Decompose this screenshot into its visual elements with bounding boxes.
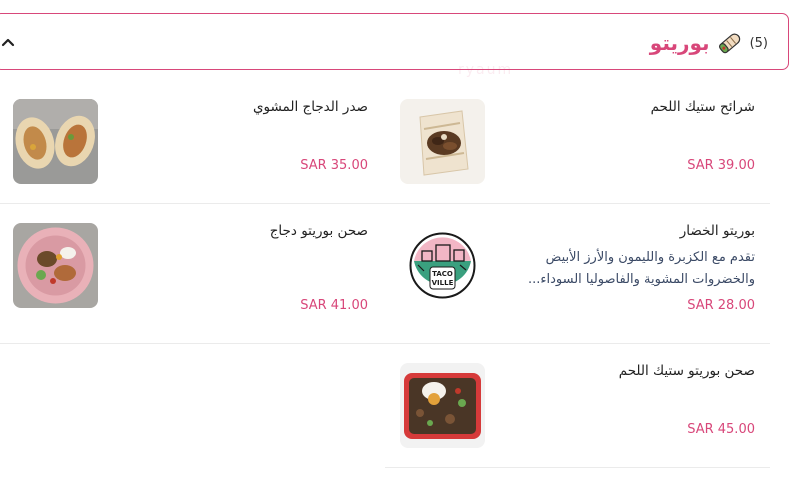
item-image xyxy=(13,99,98,184)
category-title: بوريتو xyxy=(649,31,710,55)
item-image xyxy=(13,223,98,308)
taco-ville-logo: TACO VILLE xyxy=(400,223,485,308)
logo-text-taco: TACO xyxy=(432,270,453,278)
logo-text-ville: VILLE xyxy=(432,279,454,287)
item-name: صدر الدجاج المشوي xyxy=(252,99,368,115)
menu-item-grilled-chicken-breast[interactable]: صدر الدجاج المشوي SAR 35.00 xyxy=(0,89,383,228)
item-price: SAR 39.00 xyxy=(687,158,755,173)
category-count: (5) xyxy=(749,35,768,51)
item-price: SAR 41.00 xyxy=(300,298,368,313)
row-divider xyxy=(0,203,770,204)
category-header[interactable]: بوريتو (5) xyxy=(0,13,789,70)
item-name: بوريتو الخضار xyxy=(679,223,755,239)
menu-item-steak-strips[interactable]: شرائح ستيك اللحم SAR 39.00 xyxy=(385,89,770,228)
item-price: SAR 35.00 xyxy=(300,158,368,173)
menu-item-chicken-burrito-bowl[interactable]: صحن بوريتو دجاج SAR 41.00 xyxy=(0,213,383,352)
row-divider xyxy=(0,343,770,344)
chevron-up-icon[interactable] xyxy=(0,33,17,51)
item-name: صحن بوريتو دجاج xyxy=(269,223,368,239)
item-price: SAR 28.00 xyxy=(687,298,755,313)
burrito-icon xyxy=(718,33,740,54)
menu-item-steak-burrito-bowl[interactable]: صحن بوريتو ستيك اللحم SAR 45.00 xyxy=(385,353,770,492)
menu-item-veggie-burrito[interactable]: بوريتو الخضار تقدم مع الكزبرة والليمون و… xyxy=(385,213,770,352)
item-name: صحن بوريتو ستيك اللحم xyxy=(618,363,755,379)
row-divider xyxy=(385,467,770,468)
item-name: شرائح ستيك اللحم xyxy=(650,99,755,115)
item-image xyxy=(400,363,485,448)
item-image xyxy=(400,99,485,184)
item-price: SAR 45.00 xyxy=(687,422,755,437)
watermark: ryaum xyxy=(458,62,514,78)
item-description: تقدم مع الكزبرة والليمون والأرز الأبيض و… xyxy=(528,250,755,287)
